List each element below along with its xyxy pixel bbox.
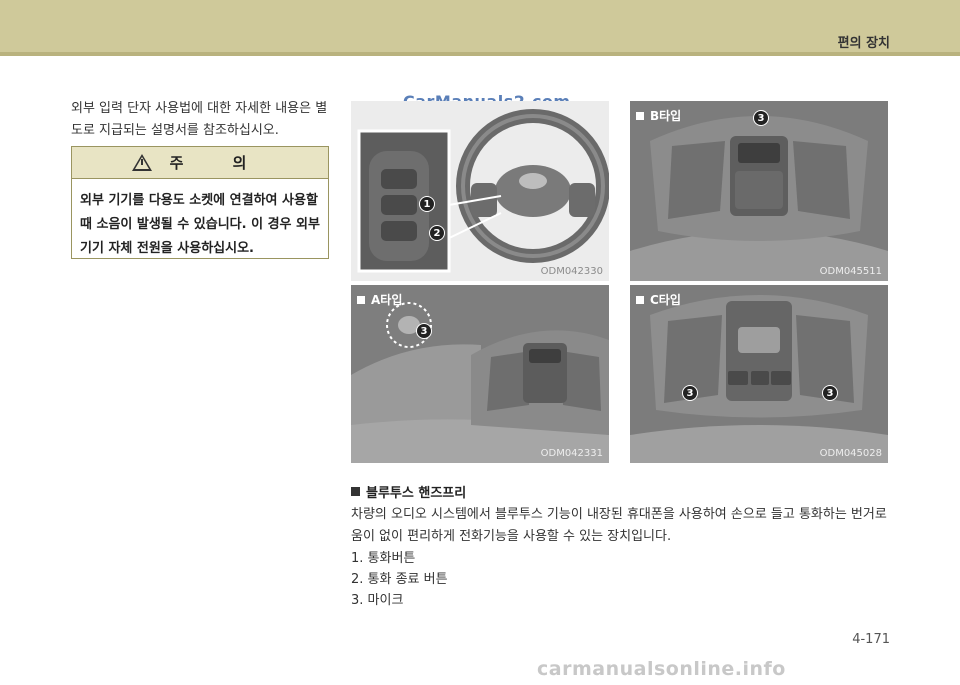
- caution-title: 주 의: [169, 154, 269, 172]
- callout-1: 1: [419, 196, 435, 212]
- bullet-square-icon: [351, 487, 360, 496]
- intro-paragraph: 외부 입력 단자 사용법에 대한 자세한 내용은 별도로 지급되는 설명서를 참…: [71, 101, 328, 138]
- callout-3-type-a: 3: [416, 323, 432, 339]
- figure-code-type-c: ODM045028: [819, 448, 882, 459]
- bluetooth-heading: 블루투스 핸즈프리: [351, 482, 466, 501]
- caution-body: 외부 기기를 다용도 소켓에 연결하여 사용할 때 소음이 발생될 수 있습니다…: [80, 193, 320, 256]
- bullet-square-icon: [636, 111, 644, 120]
- list-item: 3. 마이크: [351, 593, 404, 608]
- list-item: 2. 통화 종료 버튼: [351, 572, 448, 587]
- caution-box: 주 의 외부 기기를 다용도 소켓에 연결하여 사용할 때 소음이 발생될 수 …: [71, 146, 329, 259]
- header-band: [0, 0, 960, 52]
- steering-wheel-figure: 1 2 ODM042330: [351, 101, 609, 281]
- warning-triangle-icon: [131, 154, 152, 171]
- callout-3-type-b: 3: [753, 110, 769, 126]
- bluetooth-description: 차량의 오디오 시스템에서 블루투스 기능이 내장된 휴대폰을 사용하여 손으로…: [351, 507, 887, 544]
- callout-2: 2: [429, 225, 445, 241]
- footer-watermark: carmanualsonline.info: [537, 658, 786, 680]
- callout-3-type-c-right: 3: [822, 385, 838, 401]
- figure-code-type-b: ODM045511: [819, 266, 882, 277]
- page-number: 4-171: [852, 632, 890, 647]
- type-c-label-text: C타입: [650, 293, 681, 307]
- caution-header: 주 의: [72, 147, 328, 179]
- bluetooth-parts-list: 1. 통화버튼 2. 통화 종료 버튼 3. 마이크: [351, 548, 448, 611]
- type-c-label: C타입: [636, 291, 681, 308]
- type-c-figure: C타입 3 3 ODM045028: [630, 285, 888, 463]
- steering-wheel-illustration: [351, 101, 609, 281]
- type-b-label-text: B타입: [650, 109, 682, 123]
- type-b-figure: B타입 3 ODM045511: [630, 101, 888, 281]
- type-b-label: B타입: [636, 107, 681, 124]
- type-a-figure: A타입 3 ODM042331: [351, 285, 609, 463]
- section-title: 편의 장치: [837, 36, 890, 51]
- type-a-label-text: A타입: [371, 293, 403, 307]
- bullet-square-icon: [357, 295, 365, 304]
- header-divider: [0, 52, 960, 56]
- callout-3-type-c-left: 3: [682, 385, 698, 401]
- bluetooth-heading-text: 블루투스 핸즈프리: [366, 486, 467, 501]
- figure-code-steering: ODM042330: [540, 266, 603, 277]
- bullet-square-icon: [636, 295, 644, 304]
- overhead-console-b-illustration: [630, 101, 888, 281]
- list-item: 1. 통화버튼: [351, 551, 416, 566]
- type-a-label: A타입: [357, 291, 402, 308]
- figure-code-type-a: ODM042331: [540, 448, 603, 459]
- overhead-console-a-illustration: [351, 285, 609, 463]
- overhead-console-c-illustration: [630, 285, 888, 463]
